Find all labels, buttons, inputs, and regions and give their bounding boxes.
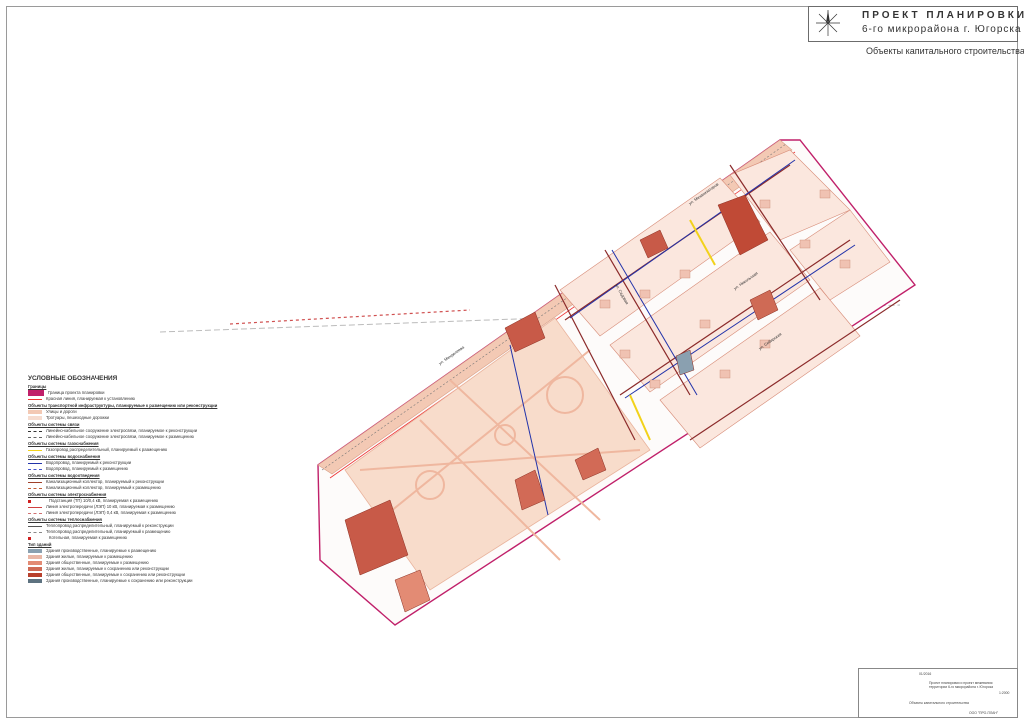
legend-swatch bbox=[28, 561, 42, 565]
legend-body: Границы Граница проекта планировки Красная… bbox=[28, 384, 278, 584]
legend-label: Здания производственные, планируемые к с… bbox=[46, 578, 193, 583]
legend: УСЛОВНЫЕ ОБОЗНАЧЕНИЯ Границы Граница прое… bbox=[28, 375, 278, 584]
plan-map[interactable]: ул. Менделеева ул. Механизаторов ул. Сад… bbox=[0, 0, 1024, 724]
legend-label: Линейно-кабельное сооружение электросвяз… bbox=[46, 434, 194, 439]
legend-item: Тротуары, пешеходные дорожки bbox=[28, 415, 278, 421]
stamp-sheet-title: Объекты капитального строительства bbox=[909, 701, 969, 705]
legend-item: Линия электропередачи (ЛЭП) 0,4 кВ, план… bbox=[28, 510, 278, 516]
page-subtitle: 6-го микрорайона г. Югорска bbox=[862, 24, 1022, 35]
legend-swatch bbox=[28, 525, 42, 527]
page-title: ПРОЕКТ ПЛАНИРОВКИ bbox=[862, 10, 1024, 21]
legend-item: Газопровод распределительный, планируемы… bbox=[28, 447, 278, 453]
legend-label: Тротуары, пешеходные дорожки bbox=[46, 415, 109, 420]
legend-item: Красная линия, планируемая к установлени… bbox=[28, 396, 278, 402]
stamp-project: Проект планировки и проект межевания тер… bbox=[929, 681, 994, 689]
legend-swatch bbox=[28, 416, 42, 420]
legend-swatch bbox=[28, 468, 42, 470]
legend-swatch bbox=[28, 512, 42, 514]
legend-item: Линейно-кабельное сооружение электросвяз… bbox=[28, 434, 278, 440]
legend-swatch bbox=[28, 481, 42, 483]
legend-label: Канализационный коллектор, планируемый к… bbox=[46, 485, 161, 490]
legend-item: Водопровод, планируемый к размещению bbox=[28, 466, 278, 472]
title-stamp: 01/2016 Проект планировки и проект межев… bbox=[858, 668, 1018, 718]
legend-swatch bbox=[28, 462, 42, 464]
legend-swatch bbox=[28, 536, 45, 540]
sheet-subject: Объекты капитального строительства bbox=[866, 46, 1024, 56]
stamp-org: ООО "ПРО-ПЛАН" bbox=[969, 711, 999, 715]
legend-swatch bbox=[28, 449, 42, 451]
legend-item: Котельная, планируемая к размещению bbox=[28, 535, 278, 541]
legend-item: Здания производственные, планируемые к с… bbox=[28, 578, 278, 584]
legend-title: УСЛОВНЫЕ ОБОЗНАЧЕНИЯ bbox=[28, 375, 118, 382]
stamp-scale: 1:2000 bbox=[999, 691, 1010, 695]
street-label-0: ул. Менделеева bbox=[438, 344, 466, 366]
legend-swatch bbox=[28, 430, 42, 432]
legend-swatch bbox=[28, 567, 42, 571]
legend-swatch bbox=[28, 398, 42, 400]
legend-swatch bbox=[28, 487, 42, 489]
legend-label: Линия электропередачи (ЛЭП) 0,4 кВ, план… bbox=[46, 510, 176, 515]
legend-swatch bbox=[28, 555, 42, 559]
legend-swatch bbox=[28, 531, 42, 533]
stamp-code: 01/2016 bbox=[919, 672, 932, 676]
legend-item: Канализационный коллектор, планируемый к… bbox=[28, 485, 278, 491]
legend-label: Газопровод распределительный, планируемы… bbox=[46, 447, 168, 452]
legend-swatch bbox=[28, 410, 42, 414]
legend-label: Котельная, планируемая к размещению bbox=[49, 535, 127, 540]
legend-swatch bbox=[28, 506, 42, 508]
legend-swatch bbox=[28, 579, 42, 583]
legend-swatch bbox=[28, 549, 42, 553]
compass-rose-icon bbox=[816, 10, 840, 36]
legend-swatch bbox=[28, 573, 42, 577]
legend-label: Водопровод, планируемый к размещению bbox=[46, 466, 128, 471]
legend-swatch bbox=[28, 436, 42, 438]
legend-swatch bbox=[28, 499, 45, 503]
legend-swatch bbox=[28, 390, 44, 396]
legend-label: Красная линия, планируемая к установлени… bbox=[46, 396, 135, 401]
